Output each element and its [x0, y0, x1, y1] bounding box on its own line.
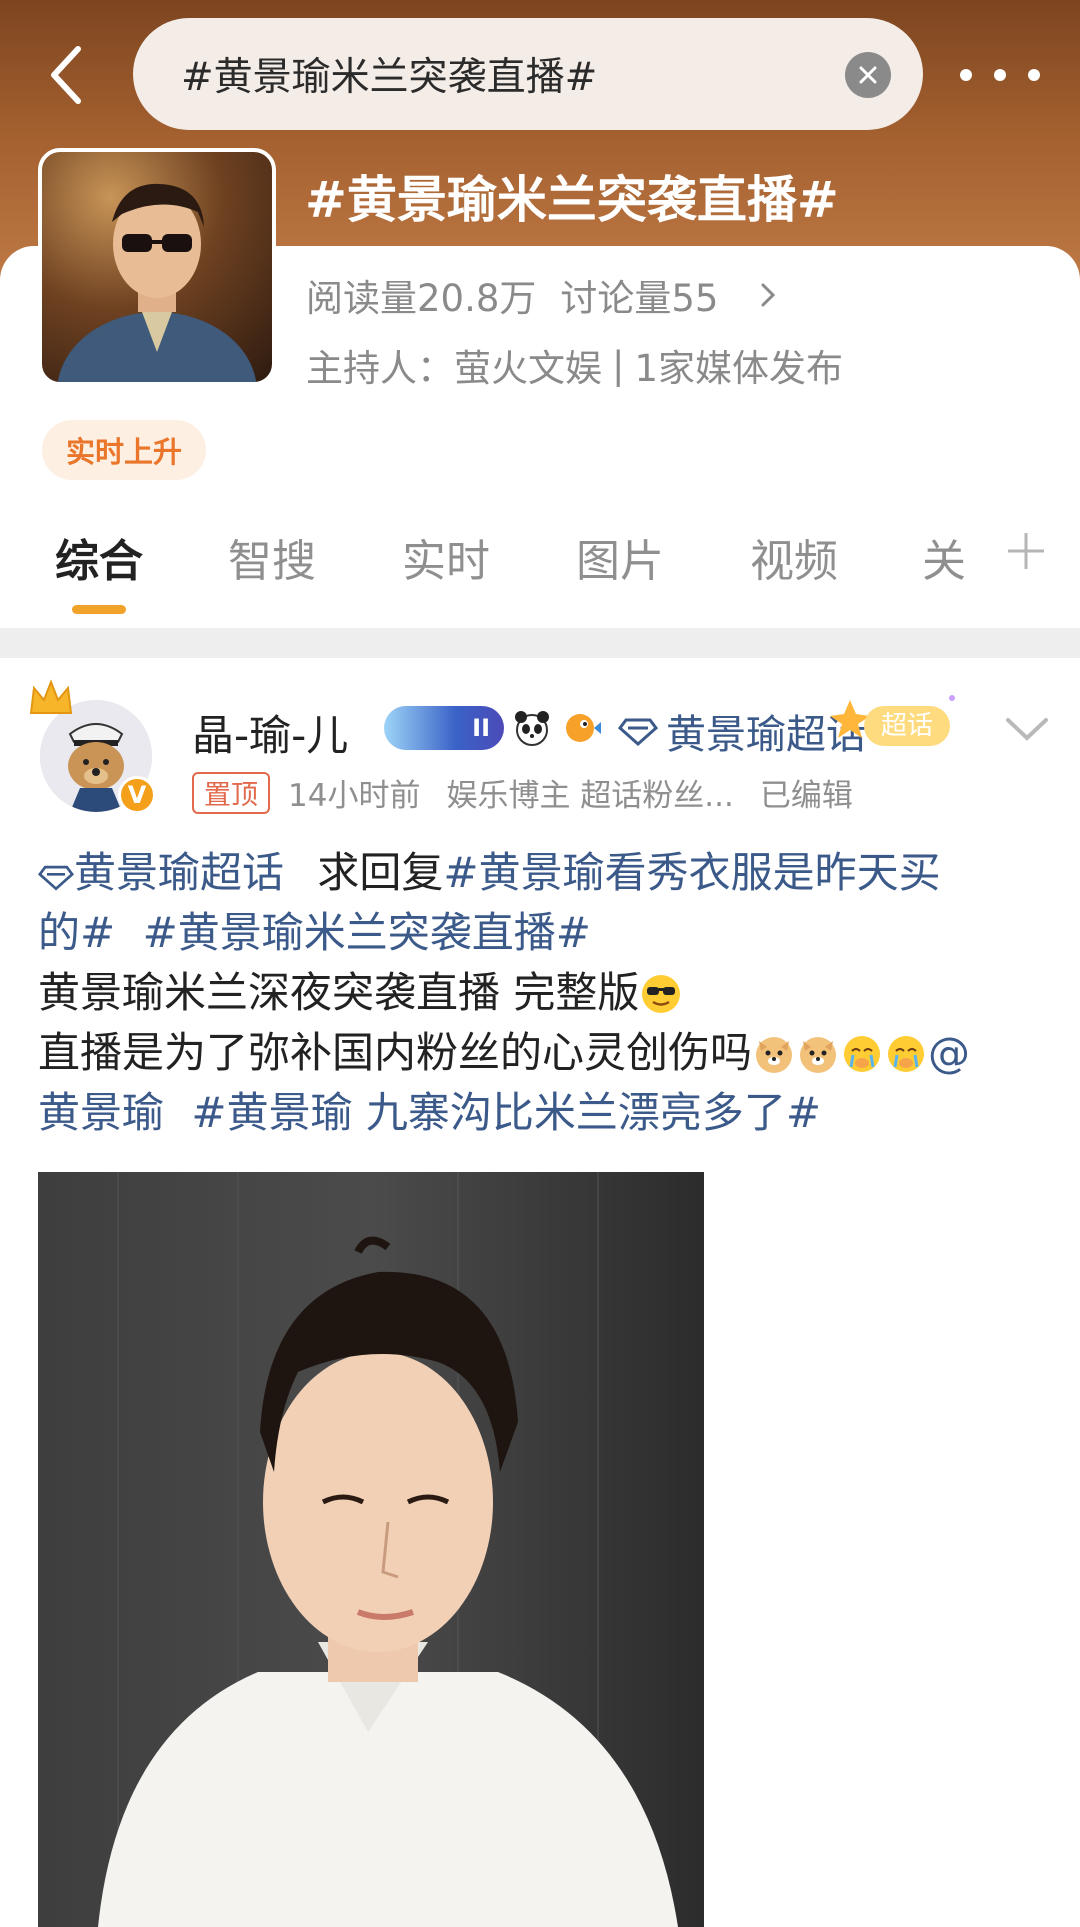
- mention-link[interactable]: 黄景瑜: [38, 1088, 164, 1137]
- tab-comprehensive[interactable]: 综合: [55, 525, 143, 589]
- post-text: 直播是为了弥补国内粉丝的心灵创伤吗: [38, 1028, 753, 1077]
- post-photo-illustration: [38, 1172, 704, 1927]
- post-meta: 置顶 14小时前 娱乐博主 超话粉丝... 已编辑: [192, 770, 853, 815]
- topic-cover-image: [38, 148, 276, 386]
- diamond-icon: [37, 865, 75, 891]
- chaohua-inline-label: 黄景瑜超话: [74, 848, 285, 897]
- topic-link[interactable]: #黄景瑜看秀衣服是昨天买: [443, 848, 940, 897]
- vip-badge: II: [384, 706, 504, 750]
- rising-badge: 实时上升: [42, 420, 207, 480]
- verified-badge-icon: V: [118, 776, 156, 814]
- topic-tabs: 综合 智搜 实时 图片 视频 关: [0, 525, 1080, 625]
- doge-emoji-icon: [756, 1037, 793, 1073]
- media-count: 1家媒体发布: [634, 347, 844, 390]
- tab-realtime[interactable]: 实时: [402, 525, 490, 589]
- user-badges: II: [384, 706, 604, 750]
- doge-emoji-icon: [800, 1037, 837, 1073]
- chaohua-sticker-icon: 超话: [830, 695, 955, 746]
- host-label: 主持人：: [306, 347, 454, 390]
- crown-icon: [29, 679, 73, 714]
- post-line-3: 黄景瑜米兰深夜突袭直播 完整版: [38, 963, 1048, 1023]
- chevron-left-icon: [51, 46, 81, 104]
- post-text: 求回复: [317, 848, 444, 897]
- discussion-count: 讨论量55: [560, 277, 719, 320]
- vip-level: II: [472, 714, 490, 742]
- post-username[interactable]: 晶-瑜-儿: [192, 702, 348, 763]
- chevron-down-icon[interactable]: [1004, 714, 1050, 744]
- topic-link[interactable]: 的#: [38, 908, 115, 957]
- search-query-text: #黄景瑜米兰突袭直播#: [181, 55, 598, 100]
- clear-search-button[interactable]: [845, 52, 891, 98]
- post-line-1: 黄景瑜超话 求回复#黄景瑜看秀衣服是昨天买: [37, 843, 1048, 903]
- post-line-5: 黄景瑜 #黄景瑜 九寨沟比米兰漂亮多了#: [38, 1083, 1048, 1143]
- post-time: 14小时前: [288, 778, 421, 814]
- add-tab-icon[interactable]: [1006, 531, 1046, 571]
- pufferfish-icon: [560, 706, 604, 750]
- tab-smart-search[interactable]: 智搜: [228, 525, 316, 589]
- post-body: 黄景瑜超话 求回复#黄景瑜看秀衣服是昨天买 的# #黄景瑜米兰突袭直播# 黄景瑜…: [37, 843, 1048, 1143]
- section-divider: [0, 628, 1080, 658]
- more-dot-icon: [1028, 69, 1040, 81]
- topic-stats[interactable]: 阅读量20.8万 讨论量55: [306, 268, 778, 322]
- chaohua-sticker-label: 超话: [881, 711, 933, 741]
- crying-emoji-icon: [844, 1036, 881, 1072]
- post-avatar[interactable]: V: [29, 679, 156, 814]
- host-separator: |: [612, 343, 625, 387]
- chaohua-link[interactable]: 黄景瑜超话: [618, 702, 866, 760]
- tab-follow[interactable]: 关: [922, 525, 966, 589]
- topic-title: #黄景瑜米兰突袭直播#: [305, 171, 839, 229]
- post-video-thumbnail[interactable]: [38, 1172, 704, 1927]
- topic-link[interactable]: #黄景瑜 九寨沟比米兰漂亮多了#: [191, 1088, 821, 1137]
- tab-images[interactable]: 图片: [576, 525, 664, 589]
- panda-icon: [510, 706, 554, 750]
- pinned-tag: 置顶: [192, 771, 270, 814]
- topic-host-row: 主持人： 萤火文娱 | 1家媒体发布: [306, 338, 843, 392]
- host-name[interactable]: 萤火文娱: [454, 338, 602, 392]
- tab-videos[interactable]: 视频: [750, 525, 838, 589]
- read-count: 阅读量20.8万: [306, 277, 537, 320]
- post-line-2: 的# #黄景瑜米兰突袭直播#: [38, 903, 1048, 963]
- post-line-4: 直播是为了弥补国内粉丝的心灵创伤吗 @: [38, 1023, 1048, 1083]
- more-dot-icon: [960, 69, 972, 81]
- close-icon: [859, 66, 877, 84]
- chevron-right-icon: [761, 283, 776, 307]
- more-options-button[interactable]: [960, 50, 1040, 100]
- mention-at[interactable]: @: [928, 1028, 970, 1077]
- cover-portrait-illustration: [57, 183, 257, 382]
- post-text: 黄景瑜米兰深夜突袭直播 完整版: [38, 968, 640, 1017]
- chaohua-inline-link[interactable]: 黄景瑜超话: [37, 848, 285, 897]
- diamond-icon: [618, 718, 658, 746]
- more-dot-icon: [994, 69, 1006, 81]
- crying-emoji-icon: [888, 1036, 925, 1072]
- topic-link[interactable]: #黄景瑜米兰突袭直播#: [143, 908, 591, 957]
- back-button[interactable]: [40, 40, 90, 110]
- active-tab-indicator: [72, 605, 126, 614]
- search-input[interactable]: #黄景瑜米兰突袭直播#: [133, 18, 923, 130]
- sunglasses-emoji-icon: [642, 975, 681, 1013]
- edited-label[interactable]: 已编辑: [760, 770, 853, 815]
- user-description: 娱乐博主 超话粉丝...: [446, 778, 734, 814]
